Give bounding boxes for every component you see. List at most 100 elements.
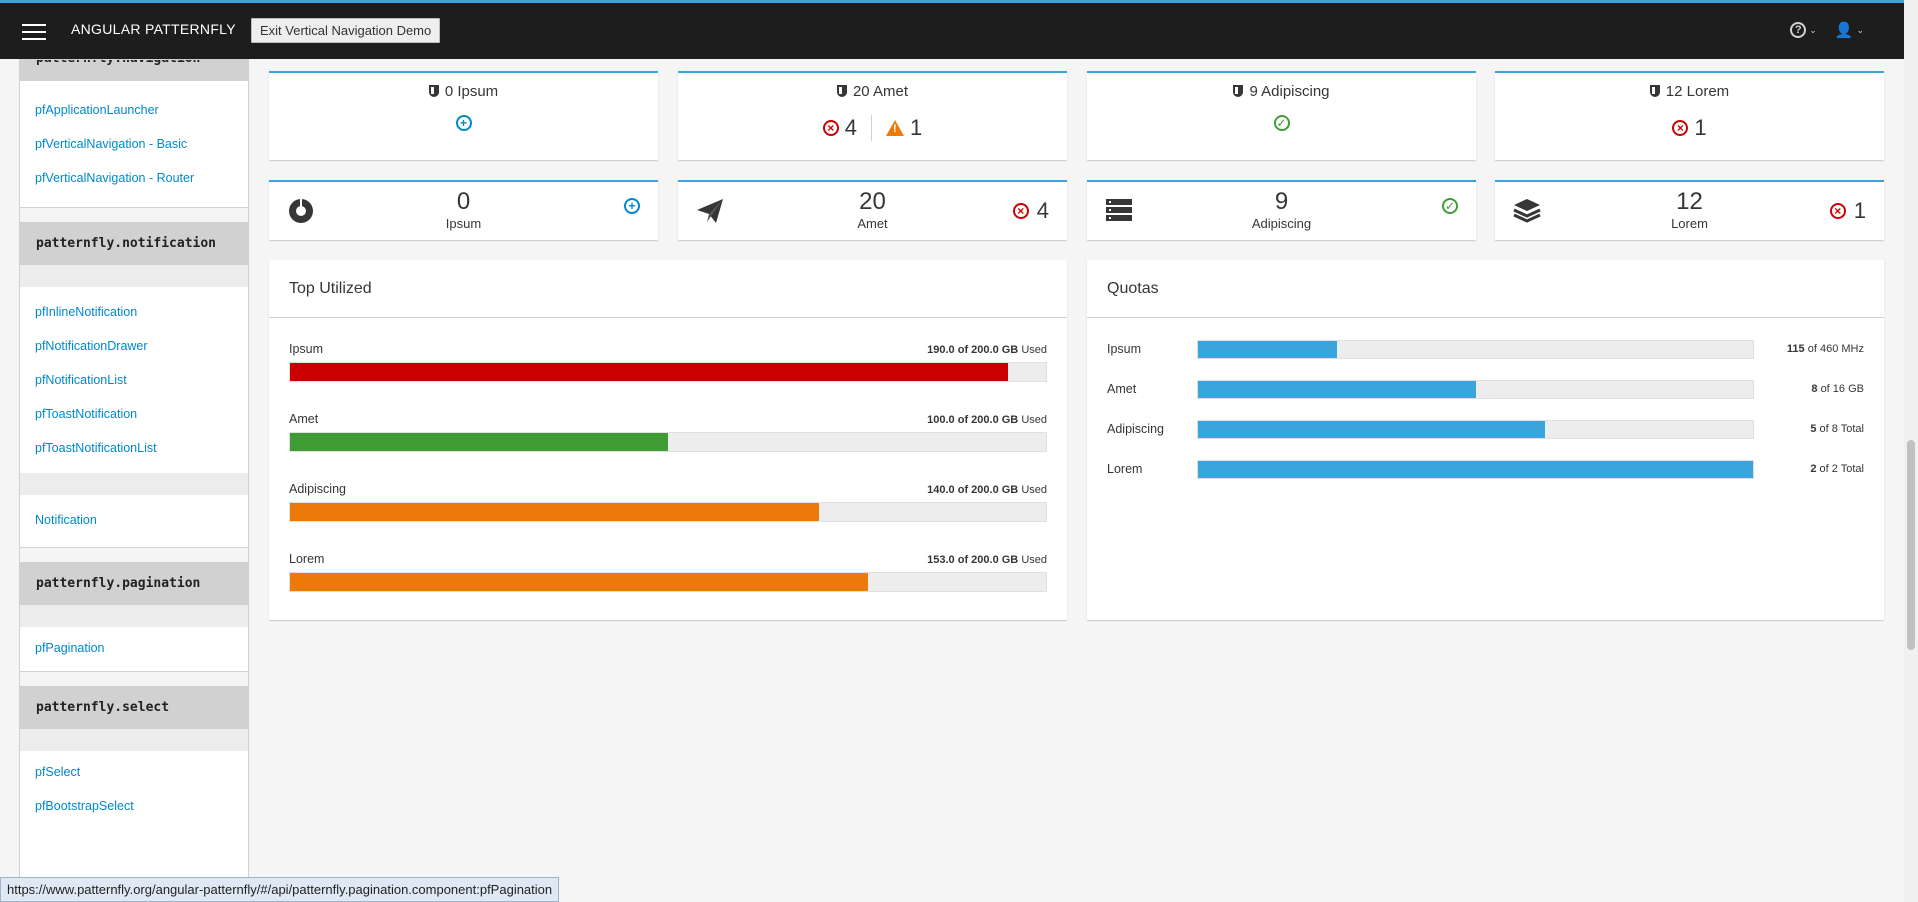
plus-circle-icon[interactable]: + <box>455 115 472 131</box>
page-scrollbar[interactable] <box>1904 0 1918 902</box>
error-circle-icon: × <box>822 120 839 136</box>
quota-value: 8 of 16 GB <box>1811 383 1864 395</box>
error-circle-icon: × <box>1012 203 1029 219</box>
sidebar-link[interactable]: pfInlineNotification <box>20 295 248 329</box>
quota-row: Lorem 2 of 2 Total <box>1107 460 1864 480</box>
card-count: 20 <box>852 83 870 100</box>
section-heading-select: patternfly.select <box>20 687 248 729</box>
utilization-bar-fill <box>290 503 820 521</box>
card-count: 9 <box>1274 188 1289 215</box>
card-count: 20 <box>859 188 886 215</box>
card-count: 12 <box>1665 83 1683 100</box>
card-name: Ipsum <box>445 216 482 231</box>
top-navbar: ANGULAR PATTERNFLY Exit Vertical Navigat… <box>0 0 1904 59</box>
mini-card-adipiscing: 9 Adipiscing ✓ <box>1087 180 1476 240</box>
sidebar-link[interactable]: pfToastNotificationList <box>20 431 248 465</box>
card-name: Lorem <box>1671 216 1708 231</box>
sidebar-link[interactable]: pfVerticalNavigation - Basic <box>20 127 248 161</box>
utilization-bar[interactable] <box>289 572 1047 592</box>
error-circle-icon: × <box>1829 203 1846 219</box>
quota-value: 2 of 2 Total <box>1810 463 1864 475</box>
quota-bar-fill <box>1198 341 1337 358</box>
card-name: Adipiscing <box>1261 83 1330 100</box>
sidebar-link[interactable]: pfToastNotification <box>20 397 248 431</box>
top-utilized-panel: Top Utilized Ipsum 190.0 of 200.0 GB Used… <box>269 260 1067 620</box>
sidebar-link[interactable]: pfApplicationLauncher <box>20 93 248 127</box>
card-name: Amet <box>857 216 888 231</box>
user-icon: 👤 <box>1834 22 1854 39</box>
sidebar-link[interactable]: pfNotificationDrawer <box>20 329 248 363</box>
warning-count: 1 <box>910 115 923 140</box>
quota-row: Adipiscing 5 of 8 Total <box>1107 420 1864 440</box>
aggregate-card-ipsum: 0 Ipsum + <box>269 71 658 160</box>
scrollbar-thumb[interactable] <box>1907 440 1915 650</box>
utilization-bar[interactable] <box>289 362 1047 382</box>
quota-bar-fill <box>1198 381 1476 398</box>
mini-card-amet: 20 Amet × 4 <box>678 180 1067 240</box>
help-menu[interactable]: ? ⌄ <box>1790 21 1817 39</box>
panel-title: Quotas <box>1087 260 1884 318</box>
utilization-bar[interactable] <box>289 502 1047 522</box>
sidebar-link[interactable]: pfBootstrapSelect <box>20 789 248 823</box>
error-circle-icon: × <box>1672 120 1689 136</box>
utility-menu: ? ⌄ 👤 ⌄ <box>1790 21 1864 39</box>
utilization-bar[interactable] <box>289 432 1047 452</box>
utilization-bar-fill <box>290 363 1009 381</box>
aggregate-card-amet: 20 Amet × 4 1 <box>678 71 1067 160</box>
card-name: Adipiscing <box>1251 216 1312 231</box>
quota-label: Lorem <box>1107 462 1143 476</box>
sidebar-link[interactable]: pfVerticalNavigation - Router <box>20 161 248 195</box>
card-name: Ipsum <box>457 83 499 100</box>
ok-circle-icon: ✓ <box>1442 198 1458 214</box>
user-menu[interactable]: 👤 ⌄ <box>1835 21 1864 39</box>
quota-bar-fill <box>1198 461 1753 478</box>
warning-triangle-icon <box>886 120 904 136</box>
exit-demo-button[interactable]: Exit Vertical Navigation Demo <box>251 18 441 43</box>
utilization-row: Ipsum 190.0 of 200.0 GB Used <box>289 342 1047 386</box>
utilization-value: 153.0 of 200.0 GB Used <box>927 554 1047 566</box>
shield-icon <box>1649 85 1660 97</box>
mini-card-ipsum: 0 Ipsum + <box>269 180 658 240</box>
api-doc-sidebar: patternfly.navigation pfApplicationLaunc… <box>19 59 249 902</box>
utilization-row: Lorem 153.0 of 200.0 GB Used <box>289 552 1047 596</box>
utilization-row: Adipiscing 140.0 of 200.0 GB Used <box>289 482 1047 526</box>
quota-label: Amet <box>1107 382 1137 396</box>
card-count: 0 <box>456 188 471 215</box>
sidebar-link[interactable]: pfPagination <box>20 631 248 665</box>
quota-bar[interactable] <box>1197 340 1754 359</box>
sidebar-link[interactable]: pfSelect <box>20 755 248 789</box>
shield-icon <box>836 85 847 97</box>
sidebar-link[interactable]: Notification <box>20 503 248 537</box>
section-heading-navigation: patternfly.navigation <box>20 60 248 81</box>
aggregate-card-adipiscing: 9 Adipiscing ✓ <box>1087 71 1476 160</box>
utilization-row: Amet 100.0 of 200.0 GB Used <box>289 412 1047 456</box>
card-name: Lorem <box>1686 83 1730 100</box>
chevron-down-icon: ⌄ <box>1809 24 1817 35</box>
card-count: 12 <box>1676 188 1703 215</box>
quota-bar[interactable] <box>1197 380 1754 399</box>
quota-value: 115 of 460 MHz <box>1786 343 1864 355</box>
sidebar-link[interactable]: pfNotificationList <box>20 363 248 397</box>
error-count: 1 <box>1694 115 1707 140</box>
error-count: 1 <box>1853 198 1866 223</box>
quota-bar[interactable] <box>1197 420 1754 439</box>
aggregate-card-lorem: 12 Lorem × 1 <box>1495 71 1884 160</box>
utilization-bar-fill <box>290 433 668 451</box>
section-heading-pagination: patternfly.pagination <box>20 563 248 605</box>
shield-icon <box>428 85 439 97</box>
utilization-value: 100.0 of 200.0 GB Used <box>927 414 1047 426</box>
quota-value: 5 of 8 Total <box>1810 423 1864 435</box>
quota-row: Ipsum 115 of 460 MHz <box>1107 340 1864 360</box>
plus-circle-icon[interactable]: + <box>624 198 640 214</box>
card-count: 0 <box>444 83 454 100</box>
utilization-value: 140.0 of 200.0 GB Used <box>927 484 1047 496</box>
quota-row: Amet 8 of 16 GB <box>1107 380 1864 400</box>
quota-label: Ipsum <box>1107 342 1142 356</box>
panel-title: Top Utilized <box>269 260 1067 318</box>
error-count: 4 <box>1036 198 1049 223</box>
brand-title[interactable]: ANGULAR PATTERNFLY <box>71 21 236 37</box>
quota-bar[interactable] <box>1197 460 1754 479</box>
link-url-statusbar: https://www.patternfly.org/angular-patte… <box>0 877 560 902</box>
error-count: 4 <box>844 115 857 140</box>
hamburger-menu-icon[interactable] <box>22 24 46 40</box>
